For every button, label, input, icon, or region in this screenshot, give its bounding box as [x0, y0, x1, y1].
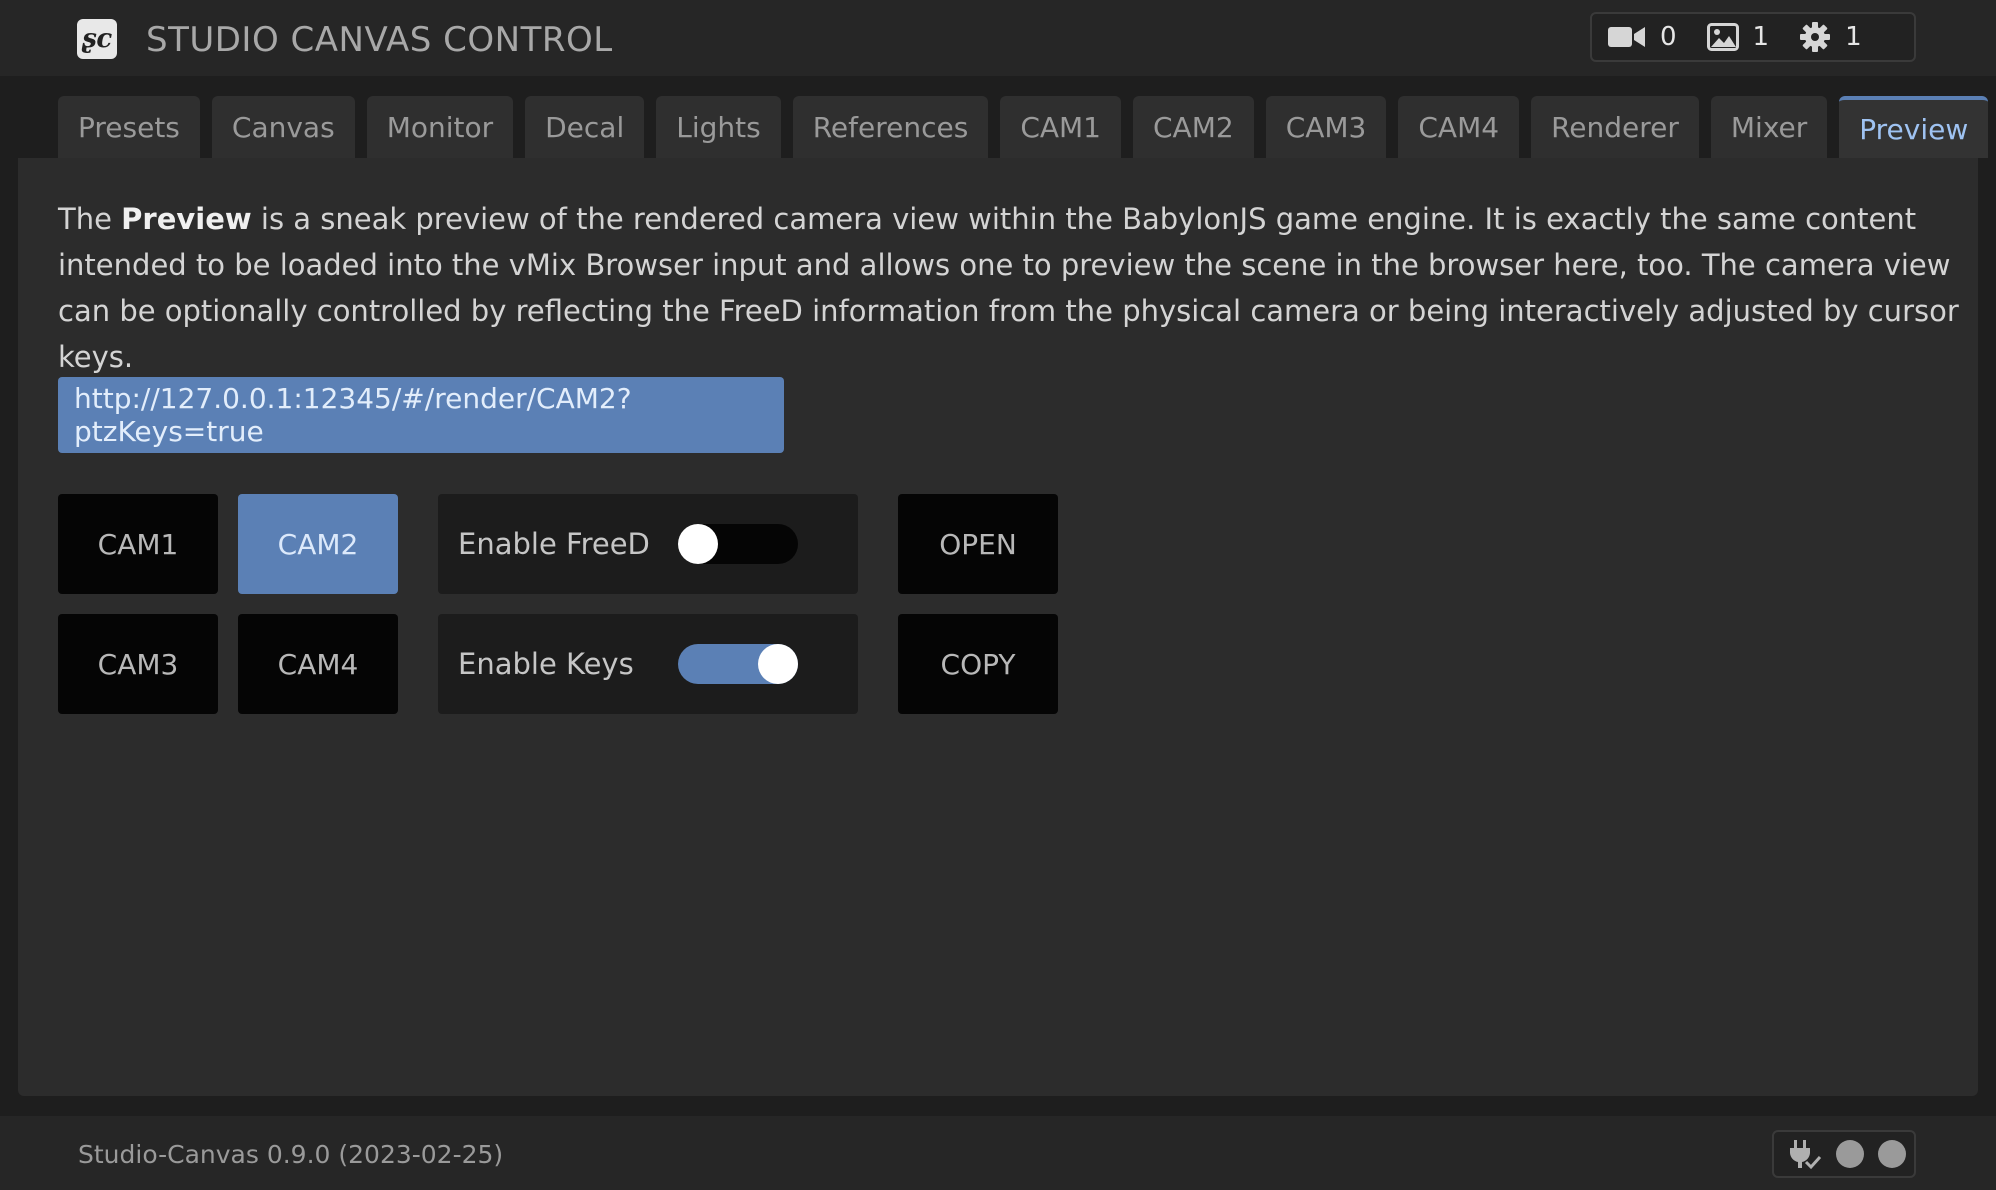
stat-cameras-value: 0 — [1660, 22, 1677, 52]
tab-presets[interactable]: Presets — [58, 96, 200, 158]
app-logo: ʂc — [77, 19, 117, 59]
tab-preview[interactable]: Preview — [1839, 96, 1989, 158]
desc-highlight: Preview — [121, 202, 252, 236]
app-footer: Studio-Canvas 0.9.0 (2023-02-25) — [0, 1116, 1996, 1190]
status-dot-2 — [1878, 1140, 1906, 1168]
cam2-button[interactable]: CAM2 — [238, 494, 398, 594]
freed-toggle-row: Enable FreeD — [438, 494, 858, 594]
gear-icon — [1800, 22, 1831, 52]
open-button[interactable]: OPEN — [898, 494, 1058, 594]
header-stats: 0 1 1 — [1590, 12, 1916, 62]
freed-switch[interactable] — [678, 524, 798, 564]
keys-switch[interactable] — [678, 644, 798, 684]
plug-check-icon — [1790, 1140, 1822, 1170]
tab-cam2[interactable]: CAM2 — [1133, 96, 1254, 158]
desc-intro: The — [58, 202, 122, 236]
desc-body: is a sneak preview of the rendered camer… — [58, 202, 1959, 374]
version-text: Studio-Canvas 0.9.0 (2023-02-25) — [78, 1140, 504, 1169]
stat-settings: 1 — [1799, 21, 1862, 53]
keys-toggle-label: Enable Keys — [458, 647, 634, 681]
tab-renderer[interactable]: Renderer — [1531, 96, 1699, 158]
freed-toggle-label: Enable FreeD — [458, 527, 650, 561]
cam1-button[interactable]: CAM1 — [58, 494, 218, 594]
stat-images-value: 1 — [1752, 22, 1770, 52]
tab-cam1[interactable]: CAM1 — [1000, 96, 1121, 158]
cam4-button[interactable]: CAM4 — [238, 614, 398, 714]
video-camera-icon — [1608, 27, 1645, 47]
tab-decal[interactable]: Decal — [525, 96, 645, 158]
logo-text: ʂc — [81, 24, 113, 54]
app-title: STUDIO CANVAS CONTROL — [146, 20, 613, 60]
tab-monitor[interactable]: Monitor — [366, 96, 514, 158]
freed-switch-knob — [678, 524, 718, 564]
status-dot-1 — [1836, 1140, 1864, 1168]
app-header: ʂc STUDIO CANVAS CONTROL 0 1 1 — [0, 0, 1996, 76]
preview-description: The Preview is a sneak preview of the re… — [58, 196, 1963, 380]
tab-canvas[interactable]: Canvas — [211, 96, 355, 158]
tab-cam3[interactable]: CAM3 — [1265, 96, 1387, 158]
render-url[interactable]: http://127.0.0.1:12345/#/render/CAM2?ptz… — [58, 377, 784, 453]
tab-mixer[interactable]: Mixer — [1710, 96, 1828, 158]
stat-cameras: 0 — [1608, 22, 1677, 52]
copy-button[interactable]: COPY — [898, 614, 1058, 714]
stat-images: 1 — [1706, 22, 1770, 52]
cam3-button[interactable]: CAM3 — [58, 614, 218, 714]
stat-settings-value: 1 — [1845, 22, 1862, 52]
keys-toggle-row: Enable Keys — [438, 614, 858, 714]
tab-cam4[interactable]: CAM4 — [1398, 96, 1520, 158]
tab-bar: Presets Canvas Monitor Decal Lights Refe… — [58, 96, 1989, 158]
keys-switch-knob — [758, 644, 798, 684]
preview-panel: The Preview is a sneak preview of the re… — [18, 158, 1978, 1096]
tab-lights[interactable]: Lights — [656, 96, 781, 158]
image-icon — [1706, 23, 1739, 51]
connection-status — [1772, 1130, 1916, 1178]
tab-references[interactable]: References — [792, 96, 989, 158]
